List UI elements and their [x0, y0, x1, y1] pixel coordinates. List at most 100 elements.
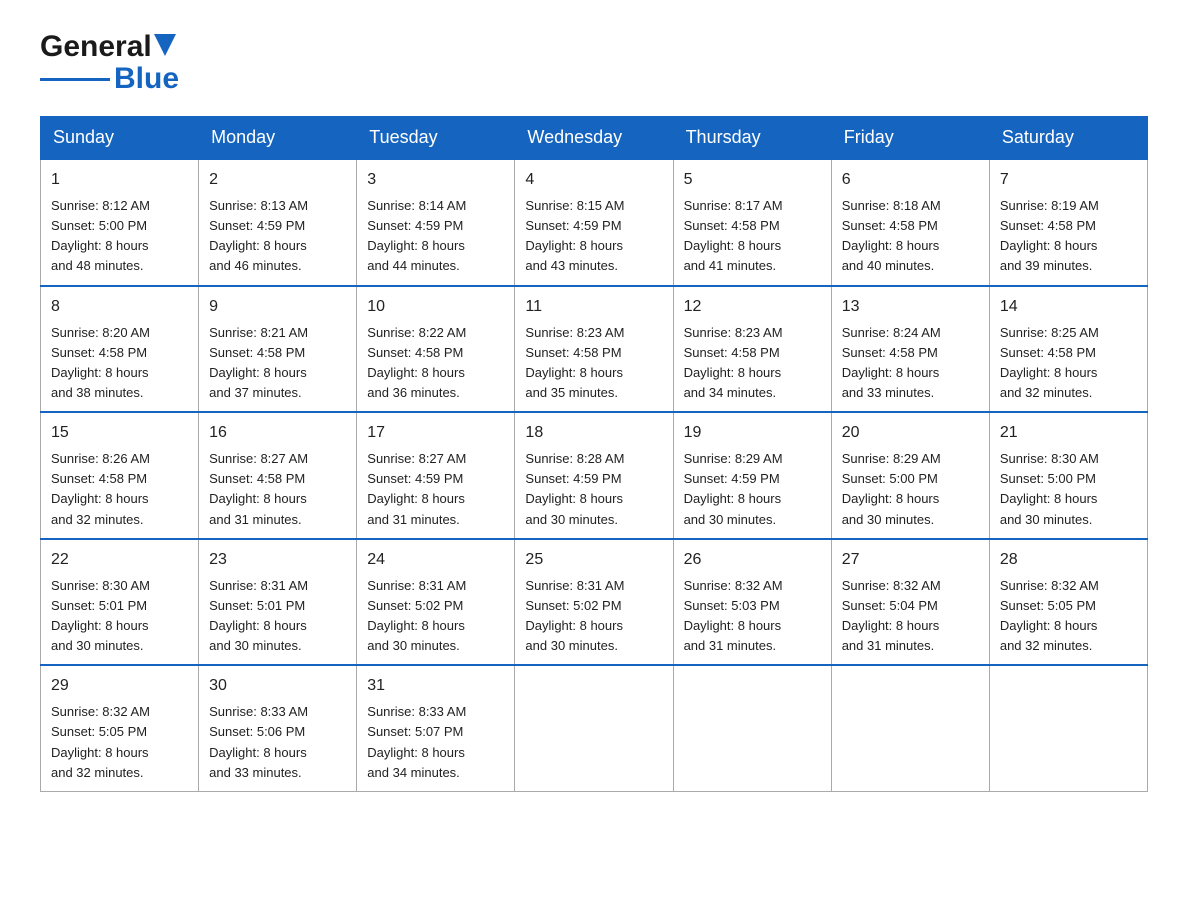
day-info: Sunrise: 8:30 AMSunset: 5:00 PMDaylight:… — [1000, 449, 1137, 530]
day-number: 11 — [525, 295, 662, 319]
day-info: Sunrise: 8:19 AMSunset: 4:58 PMDaylight:… — [1000, 196, 1137, 277]
day-cell-15: 15 Sunrise: 8:26 AMSunset: 4:58 PMDayligh… — [41, 412, 199, 539]
day-info: Sunrise: 8:27 AMSunset: 4:59 PMDaylight:… — [367, 449, 504, 530]
empty-cell — [673, 665, 831, 791]
day-info: Sunrise: 8:18 AMSunset: 4:58 PMDaylight:… — [842, 196, 979, 277]
day-cell-20: 20Sunrise: 8:29 AMSunset: 5:00 PMDayligh… — [831, 412, 989, 539]
day-number: 19 — [684, 421, 821, 445]
day-info: Sunrise: 8:28 AMSunset: 4:59 PMDaylight:… — [525, 449, 662, 530]
logo: General Blue — [40, 30, 179, 96]
day-number: 18 — [525, 421, 662, 445]
day-number: 27 — [842, 548, 979, 572]
day-info: Sunrise: 8:32 AMSunset: 5:04 PMDaylight:… — [842, 576, 979, 657]
logo-underline — [40, 78, 110, 81]
empty-cell — [515, 665, 673, 791]
column-header-tuesday: Tuesday — [357, 117, 515, 160]
day-number: 30 — [209, 674, 346, 698]
day-info: Sunrise: 8:32 AMSunset: 5:05 PMDaylight:… — [1000, 576, 1137, 657]
column-header-wednesday: Wednesday — [515, 117, 673, 160]
day-number: 1 — [51, 168, 188, 192]
day-cell-31: 31Sunrise: 8:33 AMSunset: 5:07 PMDayligh… — [357, 665, 515, 791]
day-info: Sunrise: 8:25 AMSunset: 4:58 PMDaylight:… — [1000, 323, 1137, 404]
day-cell-26: 26 Sunrise: 8:32 AMSunset: 5:03 PMDayligh… — [673, 539, 831, 666]
column-header-thursday: Thursday — [673, 117, 831, 160]
logo-triangle-icon — [154, 34, 176, 56]
day-cell-6: 6 Sunrise: 8:18 AMSunset: 4:58 PMDaylight… — [831, 159, 989, 286]
day-number: 28 — [1000, 548, 1137, 572]
day-cell-13: 13 Sunrise: 8:24 AMSunset: 4:58 PMDayligh… — [831, 286, 989, 413]
day-info: Sunrise: 8:20 AMSunset: 4:58 PMDaylight:… — [51, 323, 188, 404]
day-number: 15 — [51, 421, 188, 445]
day-number: 14 — [1000, 295, 1137, 319]
week-row-2: 8 Sunrise: 8:20 AMSunset: 4:58 PMDaylight… — [41, 286, 1148, 413]
day-number: 17 — [367, 421, 504, 445]
day-cell-8: 8 Sunrise: 8:20 AMSunset: 4:58 PMDaylight… — [41, 286, 199, 413]
day-cell-25: 25 Sunrise: 8:31 AMSunset: 5:02 PMDayligh… — [515, 539, 673, 666]
day-number: 4 — [525, 168, 662, 192]
day-number: 10 — [367, 295, 504, 319]
day-cell-2: 2Sunrise: 8:13 AMSunset: 4:59 PMDaylight… — [199, 159, 357, 286]
day-number: 8 — [51, 295, 188, 319]
day-number: 29 — [51, 674, 188, 698]
day-cell-5: 5 Sunrise: 8:17 AMSunset: 4:58 PMDaylight… — [673, 159, 831, 286]
day-number: 2 — [209, 168, 346, 192]
calendar-header-row: SundayMondayTuesdayWednesdayThursdayFrid… — [41, 117, 1148, 160]
day-number: 16 — [209, 421, 346, 445]
day-number: 9 — [209, 295, 346, 319]
day-number: 13 — [842, 295, 979, 319]
day-cell-1: 1 Sunrise: 8:12 AMSunset: 5:00 PMDaylight… — [41, 159, 199, 286]
day-info: Sunrise: 8:31 AMSunset: 5:01 PMDaylight:… — [209, 576, 346, 657]
day-info: Sunrise: 8:17 AMSunset: 4:58 PMDaylight:… — [684, 196, 821, 277]
day-cell-14: 14 Sunrise: 8:25 AMSunset: 4:58 PMDayligh… — [989, 286, 1147, 413]
day-cell-21: 21 Sunrise: 8:30 AMSunset: 5:00 PMDayligh… — [989, 412, 1147, 539]
column-header-saturday: Saturday — [989, 117, 1147, 160]
day-info: Sunrise: 8:22 AMSunset: 4:58 PMDaylight:… — [367, 323, 504, 404]
day-info: Sunrise: 8:32 AMSunset: 5:03 PMDaylight:… — [684, 576, 821, 657]
day-number: 22 — [51, 548, 188, 572]
day-number: 7 — [1000, 168, 1137, 192]
day-number: 12 — [684, 295, 821, 319]
day-cell-24: 24Sunrise: 8:31 AMSunset: 5:02 PMDayligh… — [357, 539, 515, 666]
day-info: Sunrise: 8:12 AMSunset: 5:00 PMDaylight:… — [51, 196, 188, 277]
calendar-table: SundayMondayTuesdayWednesdayThursdayFrid… — [40, 116, 1148, 792]
day-cell-23: 23Sunrise: 8:31 AMSunset: 5:01 PMDayligh… — [199, 539, 357, 666]
day-info: Sunrise: 8:33 AMSunset: 5:07 PMDaylight:… — [367, 702, 504, 783]
day-cell-28: 28 Sunrise: 8:32 AMSunset: 5:05 PMDayligh… — [989, 539, 1147, 666]
day-number: 20 — [842, 421, 979, 445]
day-info: Sunrise: 8:23 AMSunset: 4:58 PMDaylight:… — [525, 323, 662, 404]
week-row-5: 29 Sunrise: 8:32 AMSunset: 5:05 PMDayligh… — [41, 665, 1148, 791]
day-cell-3: 3 Sunrise: 8:14 AMSunset: 4:59 PMDaylight… — [357, 159, 515, 286]
page-header: General Blue — [40, 30, 1148, 96]
day-number: 5 — [684, 168, 821, 192]
day-cell-9: 9 Sunrise: 8:21 AMSunset: 4:58 PMDaylight… — [199, 286, 357, 413]
day-cell-17: 17 Sunrise: 8:27 AMSunset: 4:59 PMDayligh… — [357, 412, 515, 539]
day-info: Sunrise: 8:32 AMSunset: 5:05 PMDaylight:… — [51, 702, 188, 783]
day-info: Sunrise: 8:31 AMSunset: 5:02 PMDaylight:… — [525, 576, 662, 657]
day-info: Sunrise: 8:14 AMSunset: 4:59 PMDaylight:… — [367, 196, 504, 277]
day-cell-11: 11 Sunrise: 8:23 AMSunset: 4:58 PMDayligh… — [515, 286, 673, 413]
day-cell-27: 27 Sunrise: 8:32 AMSunset: 5:04 PMDayligh… — [831, 539, 989, 666]
week-row-4: 22Sunrise: 8:30 AMSunset: 5:01 PMDayligh… — [41, 539, 1148, 666]
day-number: 6 — [842, 168, 979, 192]
day-number: 25 — [525, 548, 662, 572]
column-header-sunday: Sunday — [41, 117, 199, 160]
day-info: Sunrise: 8:15 AMSunset: 4:59 PMDaylight:… — [525, 196, 662, 277]
logo-general: General — [40, 30, 152, 64]
day-info: Sunrise: 8:21 AMSunset: 4:58 PMDaylight:… — [209, 323, 346, 404]
day-info: Sunrise: 8:33 AMSunset: 5:06 PMDaylight:… — [209, 702, 346, 783]
day-number: 26 — [684, 548, 821, 572]
day-cell-22: 22Sunrise: 8:30 AMSunset: 5:01 PMDayligh… — [41, 539, 199, 666]
day-number: 3 — [367, 168, 504, 192]
column-header-friday: Friday — [831, 117, 989, 160]
day-cell-12: 12 Sunrise: 8:23 AMSunset: 4:58 PMDayligh… — [673, 286, 831, 413]
week-row-3: 15 Sunrise: 8:26 AMSunset: 4:58 PMDayligh… — [41, 412, 1148, 539]
day-info: Sunrise: 8:26 AMSunset: 4:58 PMDaylight:… — [51, 449, 188, 530]
day-cell-10: 10 Sunrise: 8:22 AMSunset: 4:58 PMDayligh… — [357, 286, 515, 413]
day-number: 21 — [1000, 421, 1137, 445]
empty-cell — [831, 665, 989, 791]
day-info: Sunrise: 8:24 AMSunset: 4:58 PMDaylight:… — [842, 323, 979, 404]
day-cell-19: 19 Sunrise: 8:29 AMSunset: 4:59 PMDayligh… — [673, 412, 831, 539]
day-info: Sunrise: 8:31 AMSunset: 5:02 PMDaylight:… — [367, 576, 504, 657]
day-info: Sunrise: 8:23 AMSunset: 4:58 PMDaylight:… — [684, 323, 821, 404]
day-info: Sunrise: 8:29 AMSunset: 4:59 PMDaylight:… — [684, 449, 821, 530]
